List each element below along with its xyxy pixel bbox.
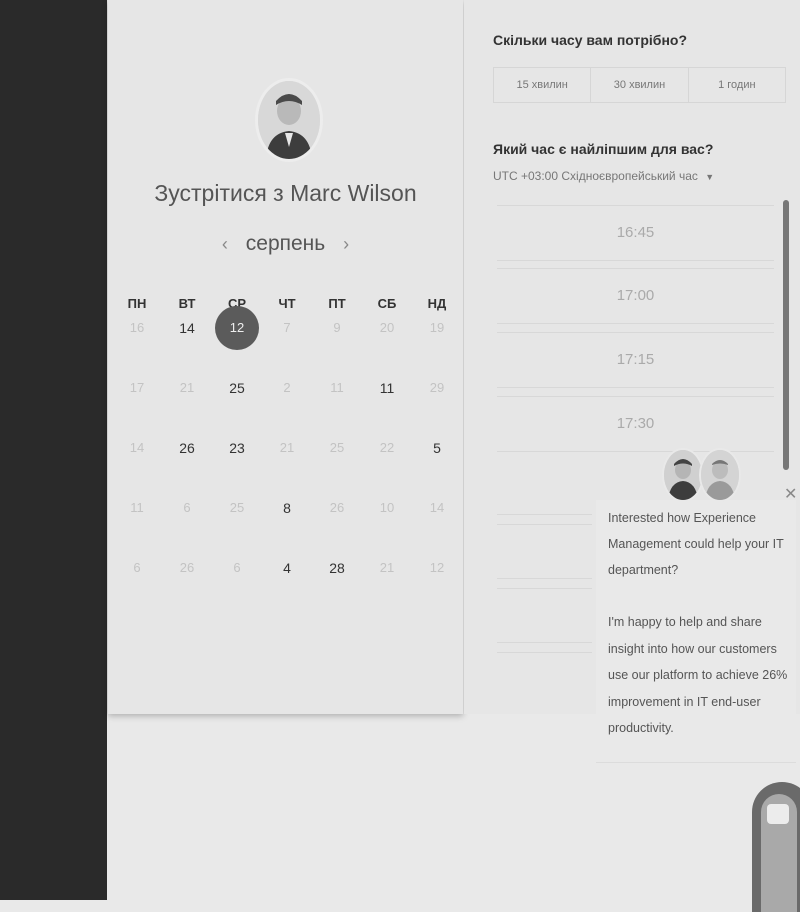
unavailable-day: 21 bbox=[279, 440, 295, 455]
weekday-label: НД bbox=[427, 296, 447, 311]
unavailable-day: 11 bbox=[130, 500, 144, 515]
unavailable-day: 25 bbox=[329, 440, 345, 455]
chat-bubble-icon bbox=[767, 804, 789, 824]
chat-launcher-button[interactable] bbox=[752, 782, 800, 912]
unavailable-day: 26 bbox=[329, 500, 345, 515]
selected-day[interactable]: 12 bbox=[215, 306, 259, 350]
slot-divider bbox=[497, 578, 592, 579]
chevron-down-icon: ▼ bbox=[705, 172, 715, 182]
unavailable-day: 12 bbox=[429, 560, 445, 575]
available-day[interactable]: 14 bbox=[167, 320, 207, 336]
month-navigation: ‹ серпень › bbox=[108, 232, 463, 256]
duration-option-30[interactable]: 30 хвилин bbox=[591, 68, 689, 102]
unavailable-day: 7 bbox=[283, 320, 291, 335]
available-day[interactable]: 23 bbox=[217, 440, 257, 456]
prev-month-icon[interactable]: ‹ bbox=[210, 234, 240, 255]
host-avatar bbox=[255, 78, 323, 162]
time-question: Який час є найліпшим для вас? bbox=[493, 141, 714, 157]
chat-message-line: I'm happy to help and share bbox=[608, 615, 762, 629]
unavailable-day: 6 bbox=[233, 560, 241, 575]
chat-message-line: improvement in IT end-user bbox=[608, 695, 761, 709]
next-month-icon[interactable]: › bbox=[331, 234, 361, 255]
meeting-title: Зустрітися з Marc Wilson bbox=[108, 180, 463, 207]
unavailable-day: 21 bbox=[179, 380, 195, 395]
unavailable-day: 14 bbox=[129, 440, 145, 455]
chat-divider bbox=[596, 762, 796, 763]
slot-divider bbox=[497, 642, 592, 643]
unavailable-day: 9 bbox=[333, 320, 341, 335]
agent-avatar-icon bbox=[662, 448, 704, 502]
weekday-label: ВТ bbox=[178, 296, 196, 311]
unavailable-day: 6 bbox=[133, 560, 141, 575]
duration-selector: 15 хвилин 30 хвилин 1 годин bbox=[493, 67, 786, 103]
unavailable-day: 11 bbox=[330, 380, 344, 395]
available-day[interactable]: 26 bbox=[167, 440, 207, 456]
weekday-label: СБ bbox=[377, 296, 397, 311]
chat-message-line: productivity. bbox=[608, 721, 674, 735]
time-slot[interactable]: 17:30 bbox=[497, 396, 774, 452]
time-list-scrollbar[interactable] bbox=[783, 200, 789, 470]
timezone-select[interactable]: UTC +03:00 Східноєвропейський час ▼ bbox=[493, 169, 714, 183]
person-photo-icon bbox=[701, 450, 739, 500]
unavailable-day: 19 bbox=[429, 320, 445, 335]
duration-question: Скільки часу вам потрібно? bbox=[493, 32, 688, 48]
close-icon[interactable]: ✕ bbox=[784, 484, 797, 504]
host-name: Marc Wilson bbox=[290, 180, 417, 206]
slot-divider bbox=[497, 588, 592, 589]
unavailable-day: 10 bbox=[379, 500, 395, 515]
unavailable-day: 16 bbox=[129, 320, 145, 335]
available-day[interactable]: 25 bbox=[217, 380, 257, 396]
time-slot[interactable]: 16:45 bbox=[497, 205, 774, 261]
unavailable-day: 17 bbox=[129, 380, 145, 395]
unavailable-day: 20 bbox=[379, 320, 395, 335]
unavailable-day: 6 bbox=[183, 500, 191, 515]
unavailable-day: 2 bbox=[283, 380, 291, 395]
unavailable-day: 29 bbox=[429, 380, 445, 395]
chat-message-line: use our platform to achieve 26% bbox=[608, 668, 788, 682]
timezone-label: UTC +03:00 Східноєвропейський час bbox=[493, 169, 698, 183]
left-dark-panel bbox=[0, 0, 107, 900]
unavailable-day: 26 bbox=[179, 560, 195, 575]
available-day[interactable]: 4 bbox=[267, 560, 307, 576]
available-day[interactable]: 8 bbox=[267, 500, 307, 516]
available-day[interactable]: 5 bbox=[417, 440, 457, 456]
unavailable-day: 22 bbox=[379, 440, 395, 455]
unavailable-day: 14 bbox=[429, 500, 445, 515]
available-day[interactable]: 28 bbox=[317, 560, 357, 576]
weekday-label: ЧТ bbox=[278, 296, 296, 311]
duration-option-60[interactable]: 1 годин bbox=[689, 68, 785, 102]
slot-divider bbox=[497, 524, 592, 525]
month-label: серпень bbox=[245, 232, 326, 255]
title-prefix: Зустрітися з bbox=[154, 180, 284, 206]
slot-divider bbox=[497, 514, 592, 515]
unavailable-day: 25 bbox=[229, 500, 245, 515]
agent-avatar-icon bbox=[699, 448, 741, 502]
person-photo-icon bbox=[258, 81, 320, 159]
chat-message-line: department? bbox=[608, 563, 679, 577]
unavailable-day: 21 bbox=[379, 560, 395, 575]
person-photo-icon bbox=[664, 450, 702, 500]
time-slot[interactable]: 17:00 bbox=[497, 268, 774, 324]
slot-divider bbox=[497, 652, 592, 653]
weekday-label: ПТ bbox=[328, 296, 346, 311]
chat-message-line: Interested how Experience bbox=[608, 511, 757, 525]
chat-message-line: insight into how our customers bbox=[608, 642, 777, 656]
weekday-label: ПН bbox=[127, 296, 147, 311]
chat-message-line: Management could help your IT bbox=[608, 537, 784, 551]
available-day[interactable]: 11 bbox=[367, 380, 407, 396]
time-slot[interactable]: 17:15 bbox=[497, 332, 774, 388]
duration-option-15[interactable]: 15 хвилин bbox=[494, 68, 592, 102]
